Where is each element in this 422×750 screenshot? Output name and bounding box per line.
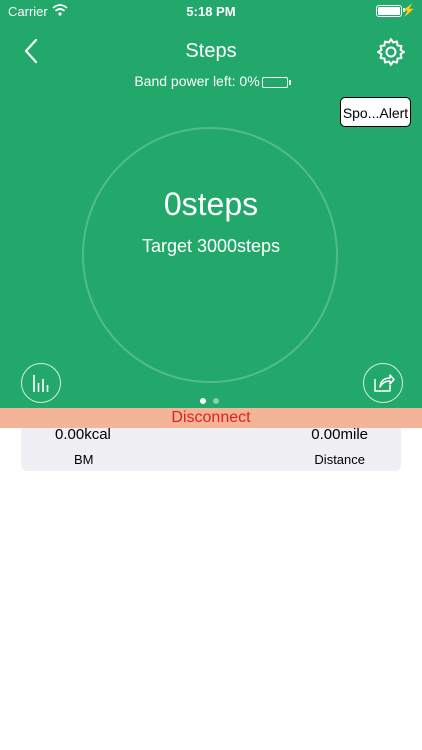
page-indicator[interactable] bbox=[197, 398, 225, 404]
gear-icon[interactable] bbox=[376, 37, 406, 67]
band-power-row: Band power left: 0% bbox=[0, 73, 422, 89]
page-dot[interactable] bbox=[213, 398, 219, 404]
calories-label: BM bbox=[74, 452, 94, 467]
calories-value: 0.00kcal bbox=[55, 426, 111, 443]
clock-label: 5:18 PM bbox=[186, 4, 236, 19]
share-button[interactable] bbox=[363, 363, 403, 403]
page-dot-active[interactable] bbox=[200, 398, 206, 404]
band-power-label: Band power left: 0% bbox=[134, 73, 260, 89]
phone-battery-icon bbox=[376, 5, 402, 17]
band-battery-icon bbox=[261, 76, 291, 88]
distance-label: Distance bbox=[314, 452, 365, 467]
steps-count: 0steps bbox=[163, 186, 259, 222]
distance-value: 0.00mile bbox=[311, 426, 368, 443]
spo-alert-button[interactable]: Spo...Alert bbox=[340, 97, 411, 127]
history-chart-button[interactable] bbox=[21, 363, 61, 403]
share-icon bbox=[374, 374, 395, 392]
page-title: Steps bbox=[185, 40, 237, 62]
chart-bars-icon bbox=[33, 375, 49, 392]
stats-card: 0.00kcal BM 0.00mile Distance bbox=[21, 426, 401, 471]
steps-target: Target 3000steps bbox=[141, 236, 281, 256]
charging-icon: ⚡ bbox=[401, 3, 416, 17]
disconnect-banner[interactable]: Disconnect bbox=[0, 408, 422, 428]
status-bar: Carrier 5:18 PM ⚡ bbox=[0, 0, 422, 22]
